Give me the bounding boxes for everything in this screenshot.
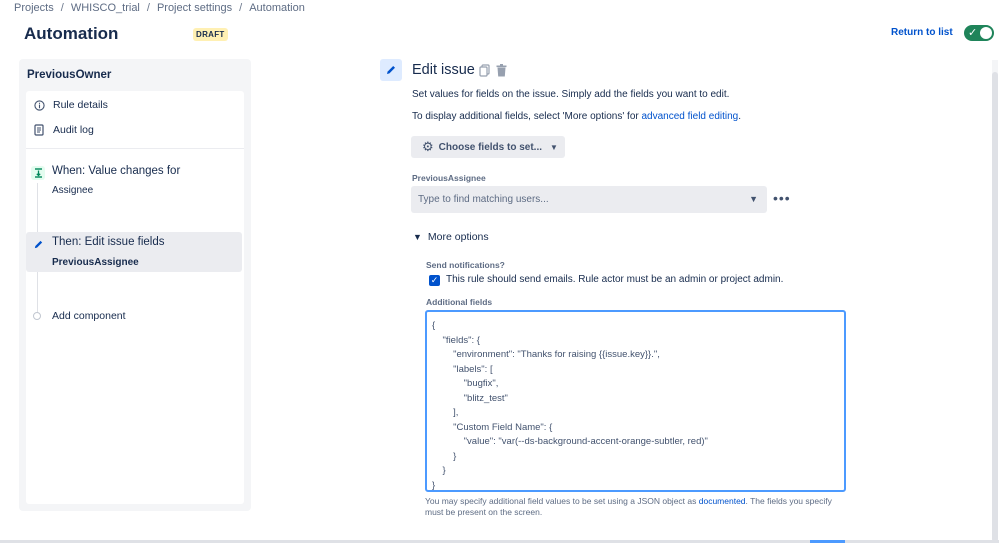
trigger-icon xyxy=(31,166,45,180)
sidebar-item-label: Rule details xyxy=(53,99,108,111)
breadcrumb-projects[interactable]: Projects xyxy=(14,2,54,14)
info-icon xyxy=(33,99,45,111)
previous-assignee-label: PreviousAssignee xyxy=(412,173,486,183)
document-icon xyxy=(33,124,45,136)
editor-title: Edit issue xyxy=(412,62,475,78)
chevron-down-icon: ▼ xyxy=(550,142,558,152)
status-badge: DRAFT xyxy=(193,28,228,41)
add-component-link[interactable]: Add component xyxy=(52,310,126,322)
rule-components-panel: Rule details Audit log When: Value chang… xyxy=(26,91,244,504)
breadcrumb-separator: / xyxy=(146,2,150,14)
breadcrumb-project-settings[interactable]: Project settings xyxy=(157,2,232,14)
additional-fields-json-textarea[interactable]: { "fields": { "environment": "Thanks for… xyxy=(425,310,846,492)
divider xyxy=(26,148,244,149)
helper-text: You may specify additional field values … xyxy=(425,496,699,506)
user-picker-placeholder: Type to find matching users... xyxy=(418,194,549,205)
page-title: Automation xyxy=(24,24,119,43)
previous-assignee-user-picker[interactable]: Type to find matching users... ▼ xyxy=(411,186,767,213)
trigger-step-subtitle: Assignee xyxy=(52,185,94,196)
breadcrumb: Projects / WHISCO_trial / Project settings / A… xyxy=(14,2,305,14)
editor-description: Set values for fields on the issue. Simp… xyxy=(412,89,730,100)
add-component-dot-icon xyxy=(33,312,41,320)
documented-link[interactable]: documented xyxy=(699,496,746,506)
return-to-list-link[interactable]: Return to list xyxy=(891,27,953,38)
breadcrumb-separator: / xyxy=(239,2,243,14)
sidebar-item-audit-log[interactable]: Audit log xyxy=(33,124,94,136)
edit-issue-pencil-icon xyxy=(380,59,402,81)
breadcrumb-automation[interactable]: Automation xyxy=(249,2,305,14)
send-notifications-text: This rule should send emails. Rule actor… xyxy=(446,274,784,285)
choose-fields-label: Choose fields to set... xyxy=(438,141,543,153)
rule-name: PreviousOwner xyxy=(27,69,112,81)
more-info-text: To display additional fields, select 'Mo… xyxy=(412,111,642,122)
toggle-knob xyxy=(980,27,992,39)
trash-icon[interactable] xyxy=(495,64,507,77)
rule-enabled-toggle[interactable]: ✓ xyxy=(964,25,994,41)
chevron-down-icon: ▼ xyxy=(413,232,422,242)
trigger-step-title[interactable]: When: Value changes for xyxy=(52,165,180,177)
choose-fields-button[interactable]: ⚙ Choose fields to set... ▼ xyxy=(411,136,565,158)
scrollbar-thumb[interactable] xyxy=(992,72,998,542)
copy-icon[interactable] xyxy=(478,64,490,77)
advanced-field-editing-link[interactable]: advanced field editing xyxy=(642,111,739,122)
breadcrumb-separator: / xyxy=(60,2,64,14)
action-step-title[interactable]: Then: Edit issue fields xyxy=(52,236,165,248)
scrollbar[interactable] xyxy=(992,60,998,543)
additional-fields-helper-text: You may specify additional field values … xyxy=(425,496,845,518)
more-info-suffix: . xyxy=(738,111,742,122)
sidebar-item-label: Audit log xyxy=(53,124,94,136)
more-options-toggle[interactable]: ▼ More options xyxy=(413,231,489,243)
send-notifications-label: Send notifications? xyxy=(426,260,505,270)
more-actions-icon[interactable]: ••• xyxy=(773,190,791,206)
send-notifications-checkbox[interactable]: ✓ xyxy=(429,275,440,286)
check-icon: ✓ xyxy=(968,27,978,39)
additional-fields-label: Additional fields xyxy=(426,297,493,307)
gear-icon: ⚙ xyxy=(422,139,434,154)
chevron-down-icon: ▼ xyxy=(749,194,758,204)
rule-sidebar: PreviousOwner Rule details Audit log Whe… xyxy=(19,59,251,511)
pencil-icon xyxy=(31,237,45,251)
more-options-label: More options xyxy=(427,231,489,243)
sidebar-item-rule-details[interactable]: Rule details xyxy=(33,99,108,111)
editor-more-info: To display additional fields, select 'Mo… xyxy=(412,111,741,122)
breadcrumb-project[interactable]: WHISCO_trial xyxy=(71,2,140,14)
action-step-subtitle: PreviousAssignee xyxy=(52,257,139,268)
